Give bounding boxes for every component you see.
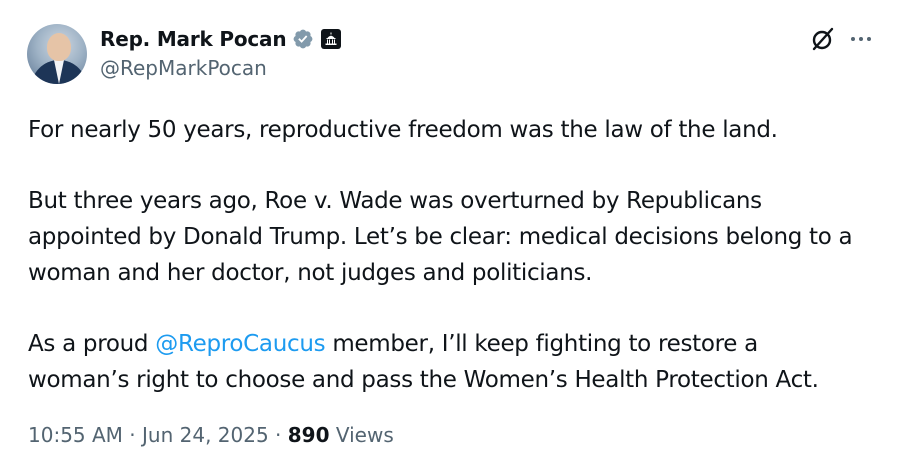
capitol-building-icon[interactable] xyxy=(321,29,342,49)
tweet-text-segment: member, I’ll keep fighting to restore a xyxy=(325,331,758,357)
tweet-line: For nearly 50 years, reproductive freedo… xyxy=(28,117,778,143)
tweet-paragraph-2: But three years ago, Roe v. Wade was ove… xyxy=(28,183,878,291)
author-handle[interactable]: @RepMarkPocan xyxy=(100,56,267,80)
views-count: 890 xyxy=(287,423,330,447)
author-display-name[interactable]: Rep. Mark Pocan xyxy=(100,27,287,51)
tweet-line: woman and her doctor, not judges and pol… xyxy=(28,260,593,286)
avatar[interactable] xyxy=(27,24,87,84)
tweet-text: For nearly 50 years, reproductive freedo… xyxy=(28,112,878,398)
verified-badge-icon[interactable] xyxy=(292,28,314,50)
views-label: Views xyxy=(329,423,394,447)
grok-icon[interactable] xyxy=(810,26,836,52)
tweet-paragraph-3: As a proud @ReproCaucus member, I’ll kee… xyxy=(28,326,878,398)
more-options-icon[interactable] xyxy=(846,27,876,51)
meta-separator: · xyxy=(268,423,288,447)
tweet-line: appointed by Donald Trump. Let’s be clea… xyxy=(28,224,853,250)
author-name-row: Rep. Mark Pocan xyxy=(100,26,342,52)
meta-separator: · xyxy=(122,423,143,447)
tweet-paragraph-1: For nearly 50 years, reproductive freedo… xyxy=(28,112,878,148)
mention-link[interactable]: @ReproCaucus xyxy=(155,331,325,357)
tweet-text-segment: As a proud xyxy=(28,331,156,357)
tweet-date[interactable]: Jun 24, 2025 xyxy=(142,423,269,447)
tweet-line: woman’s right to choose and pass the Wom… xyxy=(28,367,819,393)
tweet-meta: 10:55 AM · Jun 24, 2025 · 890 Views xyxy=(28,423,394,447)
avatar-head xyxy=(47,33,71,61)
capitol-glyph xyxy=(325,32,337,45)
tweet-timestamp[interactable]: 10:55 AM xyxy=(28,423,123,447)
tweet-line: But three years ago, Roe v. Wade was ove… xyxy=(28,188,762,214)
